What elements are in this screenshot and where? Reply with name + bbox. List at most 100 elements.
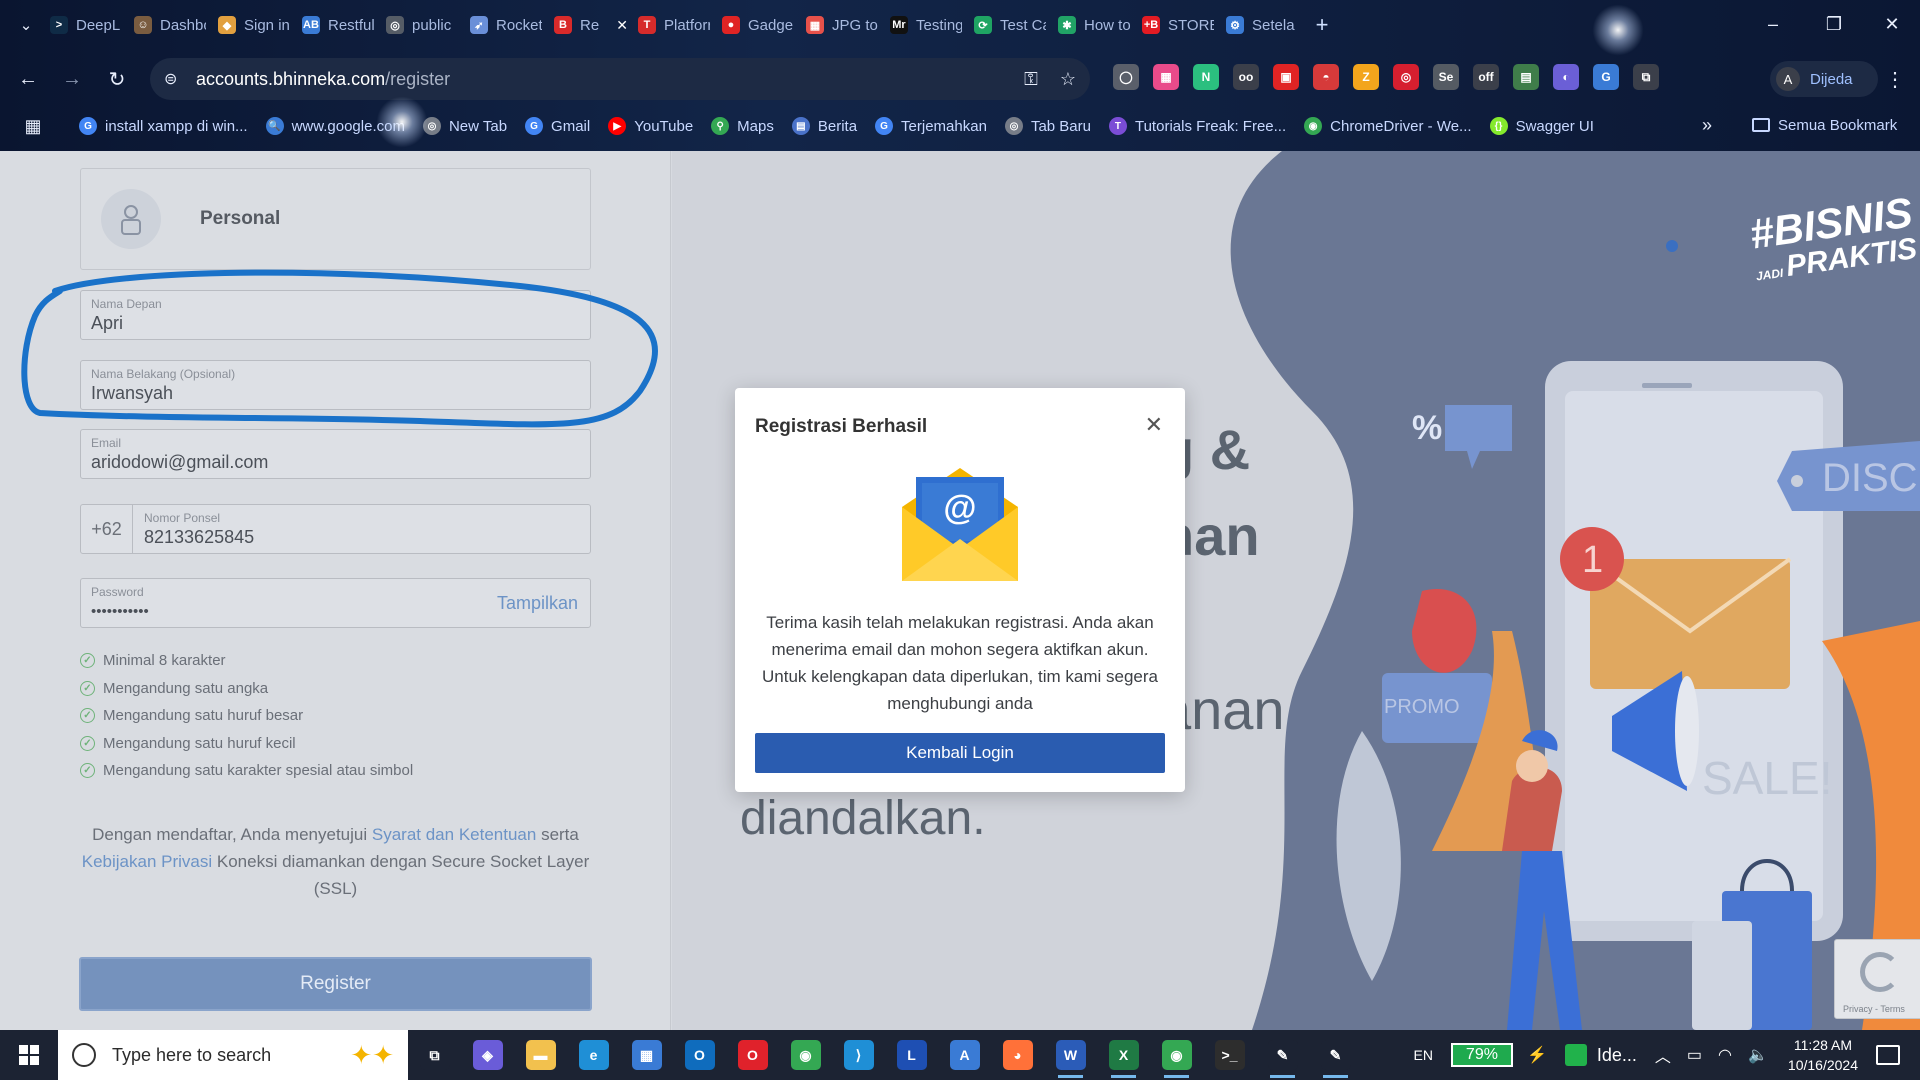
- ext-circle-icon[interactable]: ◯: [1113, 64, 1139, 90]
- tab-search-button[interactable]: ⌄: [8, 7, 44, 43]
- taskbar-excel[interactable]: X: [1097, 1030, 1150, 1080]
- taskbar-opera[interactable]: O: [726, 1030, 779, 1080]
- clock[interactable]: 11:28 AM 10/16/2024: [1788, 1035, 1858, 1075]
- all-bookmarks-button[interactable]: Semua Bookmark: [1752, 110, 1897, 140]
- notification-center-icon[interactable]: [1876, 1045, 1900, 1065]
- browser-tab[interactable]: ◆ Sign in: [212, 7, 296, 43]
- show-password-link[interactable]: Tampilkan: [497, 593, 578, 614]
- browser-tab[interactable]: +B STORE: [1136, 7, 1220, 43]
- taskbar-terminal[interactable]: >_: [1203, 1030, 1256, 1080]
- taskbar-pen-app-2[interactable]: ✎: [1309, 1030, 1362, 1080]
- personal-section-card[interactable]: Personal: [80, 168, 591, 270]
- site-info-icon[interactable]: ⊜: [164, 69, 186, 89]
- phone-field[interactable]: +62 Nomor Ponsel 82133625845: [80, 504, 591, 554]
- taskbar-word[interactable]: W: [1044, 1030, 1097, 1080]
- bookmark-item[interactable]: ▤ Berita: [783, 111, 866, 141]
- taskbar-outlook[interactable]: O: [673, 1030, 726, 1080]
- ext-sheet-icon[interactable]: ▤: [1513, 64, 1539, 90]
- bookmark-item[interactable]: ▶ YouTube: [599, 111, 702, 141]
- ext-target-icon[interactable]: ◎: [1393, 64, 1419, 90]
- bookmark-item[interactable]: ⚲ Maps: [702, 111, 783, 141]
- taskbar-chrome[interactable]: ◉: [779, 1030, 832, 1080]
- wifi-icon[interactable]: ◠: [1718, 1045, 1732, 1065]
- ext-pokeball-icon[interactable]: ◓: [1313, 64, 1339, 90]
- profile-button[interactable]: A Dijeda: [1770, 61, 1878, 97]
- back-to-login-button[interactable]: Kembali Login: [755, 733, 1165, 773]
- battery-indicator[interactable]: 79%: [1450, 1043, 1513, 1067]
- ext-se-icon[interactable]: Se: [1433, 64, 1459, 90]
- taskbar-copilot[interactable]: ◈: [461, 1030, 514, 1080]
- email-field[interactable]: Email aridodowi@gmail.com: [80, 429, 591, 479]
- ext-game-icon[interactable]: ◐: [1553, 64, 1579, 90]
- bookmark-item[interactable]: ◉ ChromeDriver - We...: [1295, 111, 1480, 141]
- taskbar-a-app[interactable]: A: [938, 1030, 991, 1080]
- taskbar-pen-app-1[interactable]: ✎: [1256, 1030, 1309, 1080]
- bookmark-star-icon[interactable]: ☆: [1060, 69, 1076, 90]
- taskbar-search-box[interactable]: Type here to search ✦✦: [58, 1030, 408, 1080]
- browser-tab[interactable]: ☺ Dashbo: [128, 7, 212, 43]
- bookmarks-more-icon[interactable]: »: [1692, 110, 1722, 140]
- browser-tab[interactable]: B Re ✕: [548, 7, 632, 43]
- bookmark-item[interactable]: ◎ New Tab: [414, 111, 516, 141]
- taskbar-l-app[interactable]: L: [885, 1030, 938, 1080]
- privacy-link[interactable]: Kebijakan Privasi: [82, 852, 212, 871]
- forward-button[interactable]: →: [54, 61, 90, 97]
- browser-tab[interactable]: ✱ How to: [1052, 7, 1136, 43]
- taskbar-chrome-profile[interactable]: ◉: [1150, 1030, 1203, 1080]
- apps-grid-icon[interactable]: ▦: [18, 111, 48, 141]
- taskbar-firefox[interactable]: ◕: [991, 1030, 1044, 1080]
- terms-link[interactable]: Syarat dan Ketentuan: [372, 825, 536, 844]
- taskbar-store[interactable]: ▦: [620, 1030, 673, 1080]
- bookmark-item[interactable]: G Gmail: [516, 111, 599, 141]
- browser-tab[interactable]: ▦ JPG to: [800, 7, 884, 43]
- taskbar-file-explorer[interactable]: ▬: [514, 1030, 567, 1080]
- reload-button[interactable]: ↻: [99, 61, 135, 97]
- language-indicator[interactable]: EN: [1413, 1047, 1432, 1063]
- ext-off-icon[interactable]: off: [1473, 64, 1499, 90]
- ext-puzzle-icon[interactable]: ⧉: [1633, 64, 1659, 90]
- taskbar-edge[interactable]: e: [567, 1030, 620, 1080]
- ext-glasses-icon[interactable]: oo: [1233, 64, 1259, 90]
- address-bar[interactable]: ⊜ accounts.bhinneka.com/register ⚿ ☆: [150, 58, 1090, 100]
- close-window-button[interactable]: ✕: [1864, 0, 1920, 48]
- bookmark-item[interactable]: 🔍 www.google.com: [257, 111, 414, 141]
- volume-icon[interactable]: 🔈: [1748, 1045, 1768, 1065]
- browser-tab[interactable]: > DeepL: [44, 7, 128, 43]
- taskbar-task-view[interactable]: ⧉: [408, 1030, 461, 1080]
- start-button[interactable]: [0, 1030, 58, 1080]
- browser-menu-icon[interactable]: ⋮: [1880, 61, 1910, 97]
- browser-tab[interactable]: ➶ Rocket: [464, 7, 548, 43]
- battery-icon[interactable]: ▭: [1687, 1045, 1702, 1065]
- bookmark-item[interactable]: G Terjemahkan: [866, 111, 996, 141]
- last-name-field[interactable]: Nama Belakang (Opsional) Irwansyah: [80, 360, 591, 410]
- browser-tab[interactable]: T Platforr: [632, 7, 716, 43]
- maximize-button[interactable]: ❐: [1806, 0, 1862, 48]
- browser-tab[interactable]: ⟳ Test Ca: [968, 7, 1052, 43]
- ext-grid-icon[interactable]: ▦: [1153, 64, 1179, 90]
- bookmark-item[interactable]: ◎ Tab Baru: [996, 111, 1100, 141]
- register-button[interactable]: Register: [79, 957, 592, 1011]
- taskbar-vscode[interactable]: ⟩: [832, 1030, 885, 1080]
- bookmark-item[interactable]: T Tutorials Freak: Free...: [1100, 111, 1295, 141]
- ext-translate-icon[interactable]: G: [1593, 64, 1619, 90]
- tray-app[interactable]: Ide...: [1564, 1044, 1637, 1066]
- close-tab-icon[interactable]: ✕: [616, 17, 628, 34]
- browser-tab[interactable]: AB Restful: [296, 7, 380, 43]
- close-icon[interactable]: ✕: [1145, 412, 1163, 438]
- minimize-button[interactable]: –: [1745, 0, 1801, 48]
- browser-tab[interactable]: Mr Testing: [884, 7, 968, 43]
- new-tab-button[interactable]: +: [1304, 7, 1340, 43]
- ext-red-icon[interactable]: ▣: [1273, 64, 1299, 90]
- chevron-up-icon[interactable]: ︿: [1655, 1043, 1671, 1067]
- first-name-field[interactable]: Nama Depan Apri: [80, 290, 591, 340]
- recaptcha-badge[interactable]: Privacy - Terms: [1834, 939, 1920, 1019]
- password-field[interactable]: Password ••••••••••• Tampilkan: [80, 578, 591, 628]
- ext-n-icon[interactable]: N: [1193, 64, 1219, 90]
- back-button[interactable]: ←: [10, 61, 46, 97]
- ext-z-icon[interactable]: Z: [1353, 64, 1379, 90]
- bookmark-item[interactable]: {} Swagger UI: [1481, 111, 1603, 141]
- browser-tab[interactable]: ● Gadge: [716, 7, 800, 43]
- bookmark-item[interactable]: Ginstall xampp di win...: [70, 111, 257, 141]
- recaptcha-links[interactable]: Privacy - Terms: [1843, 1004, 1905, 1014]
- browser-tab[interactable]: ◎ public: [380, 7, 464, 43]
